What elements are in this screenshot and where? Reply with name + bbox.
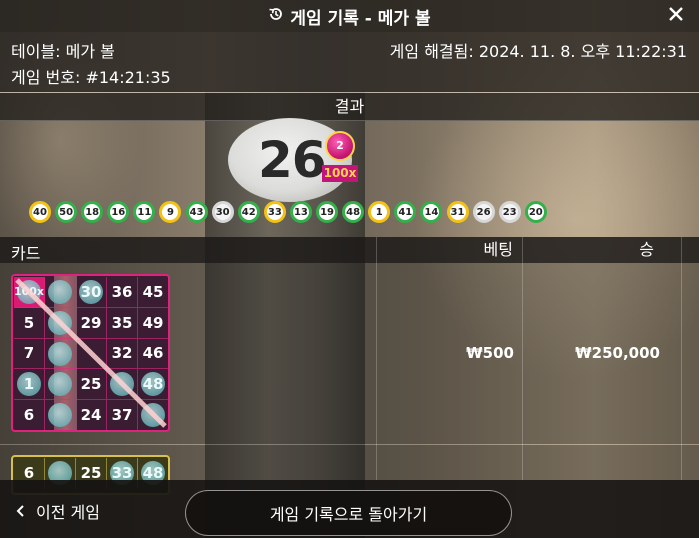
table-name: 테이블: 메가 볼 [11, 42, 115, 61]
drawn-number: 26 [258, 131, 327, 189]
drawn-ball-chip: 43 [185, 201, 208, 223]
win-amount: ₩250,000 [575, 344, 660, 362]
drawn-ball-chip: 18 [81, 201, 104, 223]
drawn-ball-chip: 9 [159, 201, 182, 223]
drawn-ball-chip: 11 [133, 201, 156, 223]
drawn-ball-chip: 13 [289, 201, 312, 223]
drawn-ball-chip: 31 [446, 201, 469, 223]
drawn-ball-chip: 19 [316, 201, 339, 223]
multiplier-badge: 100x [322, 165, 358, 182]
drawn-ball-chip: 20 [524, 201, 547, 223]
game-resolved-time: 게임 해결됨: 2024. 11. 8. 오후 11:22:31 [389, 42, 687, 61]
history-icon [268, 6, 284, 27]
drawn-ball-chip: 42 [237, 201, 260, 223]
drawn-ball-chip: 50 [55, 201, 78, 223]
dialog-title: 게임 기록 - 메가 볼 [0, 0, 699, 32]
drawn-ball-chip: 1 [368, 201, 391, 223]
previous-game-button[interactable]: 이전 게임 [16, 499, 100, 523]
winning-line [15, 278, 167, 428]
mega-ball: 2 [325, 131, 355, 161]
game-number: 게임 번호: #14:21:35 [11, 68, 171, 87]
table-header: 카드 베팅 승 [0, 237, 699, 263]
chevron-left-icon [16, 502, 26, 521]
divider [0, 120, 699, 121]
game-info-panel: 테이블: 메가 볼 게임 번호: #14:21:35 게임 해결됨: 2024.… [0, 32, 699, 92]
col-card: 카드 [11, 244, 41, 263]
drawn-ball-chip: 33 [263, 201, 286, 223]
title-bar: 게임 기록 - 메가 볼 [0, 0, 699, 32]
result-label: 결과 [334, 97, 365, 116]
drawn-ball-chip: 23 [498, 201, 521, 223]
close-icon[interactable] [665, 5, 687, 27]
col-bet: 베팅 [483, 240, 513, 259]
result-header: 결과 [0, 93, 699, 121]
drawn-balls-row: 40 50 18 16 11 9 43 30 42 33 13 19 48 1 41 14 31 26 23 20 [29, 201, 547, 223]
drawn-ball-chip: 41 [394, 201, 417, 223]
drawn-ball-chip: 40 [29, 201, 51, 223]
drawn-ball-chip: 14 [420, 201, 443, 223]
drawn-ball-chip: 26 [472, 201, 495, 223]
column-divider [681, 237, 682, 480]
drawn-ball-chip: 30 [211, 201, 234, 223]
bingo-card: 100x3036455293549732461254862437 [11, 274, 170, 432]
dialog-title-text: 게임 기록 - 메가 볼 [290, 8, 431, 29]
back-to-history-button[interactable]: 게임 기록으로 돌아가기 [185, 490, 512, 536]
drawn-ball-chip: 16 [107, 201, 130, 223]
previous-game-label: 이전 게임 [36, 503, 100, 522]
bet-amount: ₩500 [466, 344, 514, 362]
col-win: 승 [639, 240, 654, 259]
drawn-ball-chip: 48 [342, 201, 365, 223]
